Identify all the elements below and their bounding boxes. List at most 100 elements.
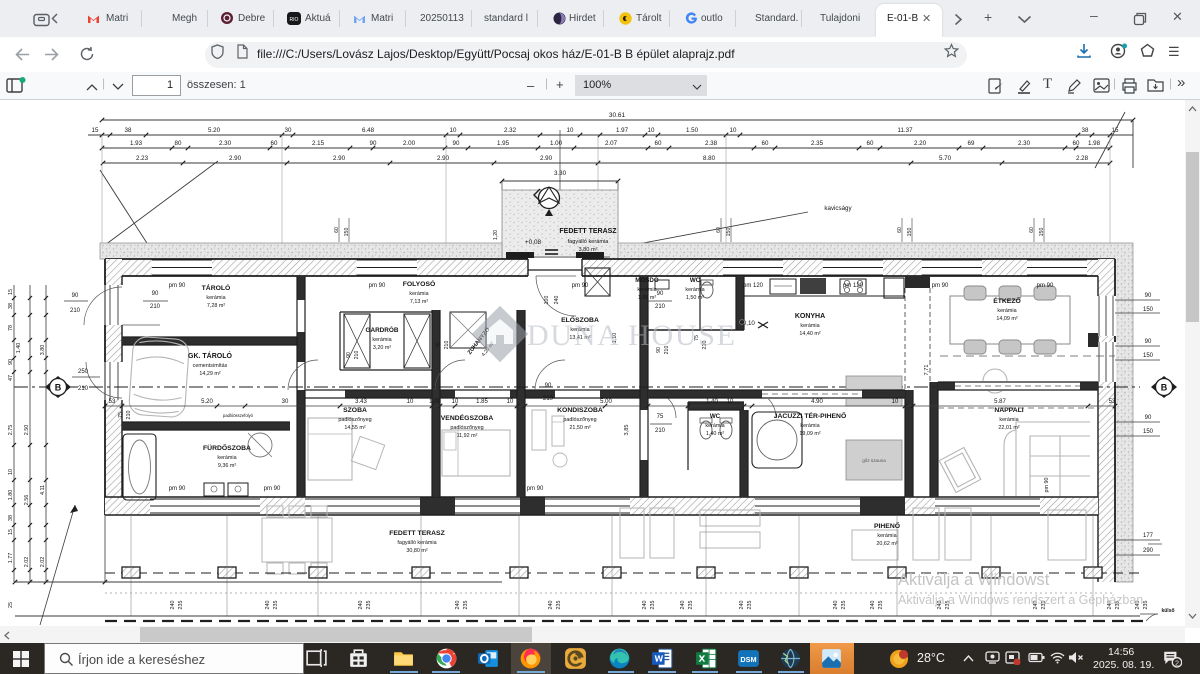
svg-text:padlóösszefolyó: padlóösszefolyó xyxy=(223,413,254,418)
svg-text:2.30: 2.30 xyxy=(219,140,232,147)
svg-text:3.43: 3.43 xyxy=(355,399,367,405)
svg-text:padlószőnyeg: padlószőnyeg xyxy=(450,425,483,431)
svg-text:5.20: 5.20 xyxy=(208,127,221,134)
svg-text:6.48: 6.48 xyxy=(362,127,375,134)
svg-text:60: 60 xyxy=(897,227,903,233)
svg-text:1.85: 1.85 xyxy=(476,399,488,405)
svg-text:5.87: 5.87 xyxy=(994,399,1006,405)
svg-text:pm 90: pm 90 xyxy=(264,486,281,492)
svg-text:FOLYOSÓ: FOLYOSÓ xyxy=(403,279,436,288)
svg-text:MOSDÓ: MOSDÓ xyxy=(635,276,659,284)
svg-text:3.80: 3.80 xyxy=(40,345,46,356)
svg-text:150: 150 xyxy=(726,228,732,237)
svg-text:1.00: 1.00 xyxy=(429,399,441,405)
svg-text:210: 210 xyxy=(444,341,450,350)
svg-text:pm 120: pm 120 xyxy=(843,283,864,289)
svg-text:ÉTKEZŐ: ÉTKEZŐ xyxy=(993,296,1021,305)
svg-text:kavicságy: kavicságy xyxy=(824,205,852,212)
svg-text:PIHENŐ: PIHENŐ xyxy=(874,521,900,530)
svg-text:235: 235 xyxy=(366,601,372,610)
svg-text:padlószőnyeg: padlószőnyeg xyxy=(338,417,371,423)
svg-text:1.40: 1.40 xyxy=(16,343,22,354)
svg-text:+0,08: +0,08 xyxy=(525,239,542,246)
svg-text:FÜRDŐSZOBA: FÜRDŐSZOBA xyxy=(203,443,251,452)
svg-text:290: 290 xyxy=(1143,548,1154,554)
svg-text:B: B xyxy=(1161,383,1168,393)
svg-text:1.40: 1.40 xyxy=(706,399,718,405)
svg-text:90: 90 xyxy=(545,383,552,389)
svg-text:14,40 m²: 14,40 m² xyxy=(799,331,820,337)
svg-text:2.32: 2.32 xyxy=(504,127,517,134)
svg-text:150: 150 xyxy=(1039,228,1045,237)
svg-text:1.95: 1.95 xyxy=(497,140,510,147)
svg-text:külső: külső xyxy=(1161,608,1174,614)
svg-text:10: 10 xyxy=(648,127,655,134)
svg-text:235: 235 xyxy=(841,601,847,610)
svg-text:75: 75 xyxy=(436,342,442,348)
svg-text:2.02: 2.02 xyxy=(40,557,46,568)
svg-text:90: 90 xyxy=(346,352,352,358)
svg-text:21,50 m²: 21,50 m² xyxy=(569,425,590,431)
svg-text:240: 240 xyxy=(358,601,364,610)
svg-text:1,20: 1,20 xyxy=(493,230,499,240)
svg-text:235: 235 xyxy=(688,601,694,610)
svg-text:150: 150 xyxy=(907,228,913,237)
svg-text:100: 100 xyxy=(544,296,550,305)
svg-text:7,71: 7,71 xyxy=(924,365,930,376)
svg-text:7,28 m²: 7,28 m² xyxy=(207,303,225,309)
svg-text:2.30: 2.30 xyxy=(1018,140,1031,147)
svg-text:pm 90: pm 90 xyxy=(369,283,386,289)
svg-text:90: 90 xyxy=(453,140,460,147)
svg-text:11.37: 11.37 xyxy=(897,127,913,134)
svg-text:WC: WC xyxy=(710,413,721,420)
svg-text:90: 90 xyxy=(152,291,159,297)
svg-text:3,20 m²: 3,20 m² xyxy=(373,345,391,351)
svg-text:VENDÉGSZOBA: VENDÉGSZOBA xyxy=(441,413,494,422)
svg-text:15: 15 xyxy=(92,127,99,134)
svg-text:1.77: 1.77 xyxy=(8,553,14,564)
svg-text:90: 90 xyxy=(8,359,14,365)
svg-text:10: 10 xyxy=(727,399,734,405)
svg-text:60: 60 xyxy=(762,140,769,147)
svg-text:38: 38 xyxy=(8,515,14,521)
svg-text:240: 240 xyxy=(739,601,745,610)
svg-text:DUNA HOUSE: DUNA HOUSE xyxy=(527,319,735,352)
svg-text:cementsimítás: cementsimítás xyxy=(193,363,228,369)
svg-text:38: 38 xyxy=(125,127,132,134)
svg-text:pm 90: pm 90 xyxy=(932,283,949,289)
svg-text:38: 38 xyxy=(1082,127,1089,134)
svg-text:25: 25 xyxy=(8,602,14,608)
svg-text:kerámia: kerámia xyxy=(800,423,819,429)
svg-text:240: 240 xyxy=(554,296,560,305)
svg-text:235: 235 xyxy=(463,601,469,610)
svg-text:gőz szauna: gőz szauna xyxy=(862,458,886,463)
svg-text:FEDETT TERASZ: FEDETT TERASZ xyxy=(559,228,617,235)
svg-text:kerámia: kerámia xyxy=(372,337,391,343)
svg-text:210: 210 xyxy=(655,304,666,310)
svg-text:5.20: 5.20 xyxy=(201,399,213,405)
svg-text:1.93: 1.93 xyxy=(130,140,143,147)
svg-text:KONDISZOBA: KONDISZOBA xyxy=(557,407,603,414)
svg-text:90: 90 xyxy=(1145,415,1152,421)
svg-text:kerámia: kerámia xyxy=(800,323,819,329)
svg-text:RIO: RIO xyxy=(290,17,299,23)
svg-text:2.20: 2.20 xyxy=(914,140,927,147)
svg-text:pm 90: pm 90 xyxy=(169,486,186,492)
svg-text:WC: WC xyxy=(690,277,701,284)
svg-text:30,80 m²: 30,80 m² xyxy=(406,548,427,554)
svg-text:75: 75 xyxy=(118,412,124,418)
svg-text:90: 90 xyxy=(1145,339,1152,345)
svg-text:53: 53 xyxy=(109,399,116,405)
svg-text:2.90: 2.90 xyxy=(437,155,450,162)
svg-text:69: 69 xyxy=(968,140,975,147)
svg-text:9,36 m²: 9,36 m² xyxy=(218,463,236,469)
svg-text:DSM: DSM xyxy=(740,655,756,664)
svg-text:2.90: 2.90 xyxy=(333,155,346,162)
svg-text:Aktiválja a Windowst: Aktiválja a Windowst xyxy=(898,571,1050,589)
svg-text:2.28: 2.28 xyxy=(1076,155,1089,162)
svg-text:235: 235 xyxy=(878,601,884,610)
svg-text:235: 235 xyxy=(556,601,562,610)
svg-text:GARDRÓB: GARDRÓB xyxy=(365,325,398,334)
svg-text:150: 150 xyxy=(1143,353,1154,359)
svg-text:78: 78 xyxy=(8,325,14,331)
